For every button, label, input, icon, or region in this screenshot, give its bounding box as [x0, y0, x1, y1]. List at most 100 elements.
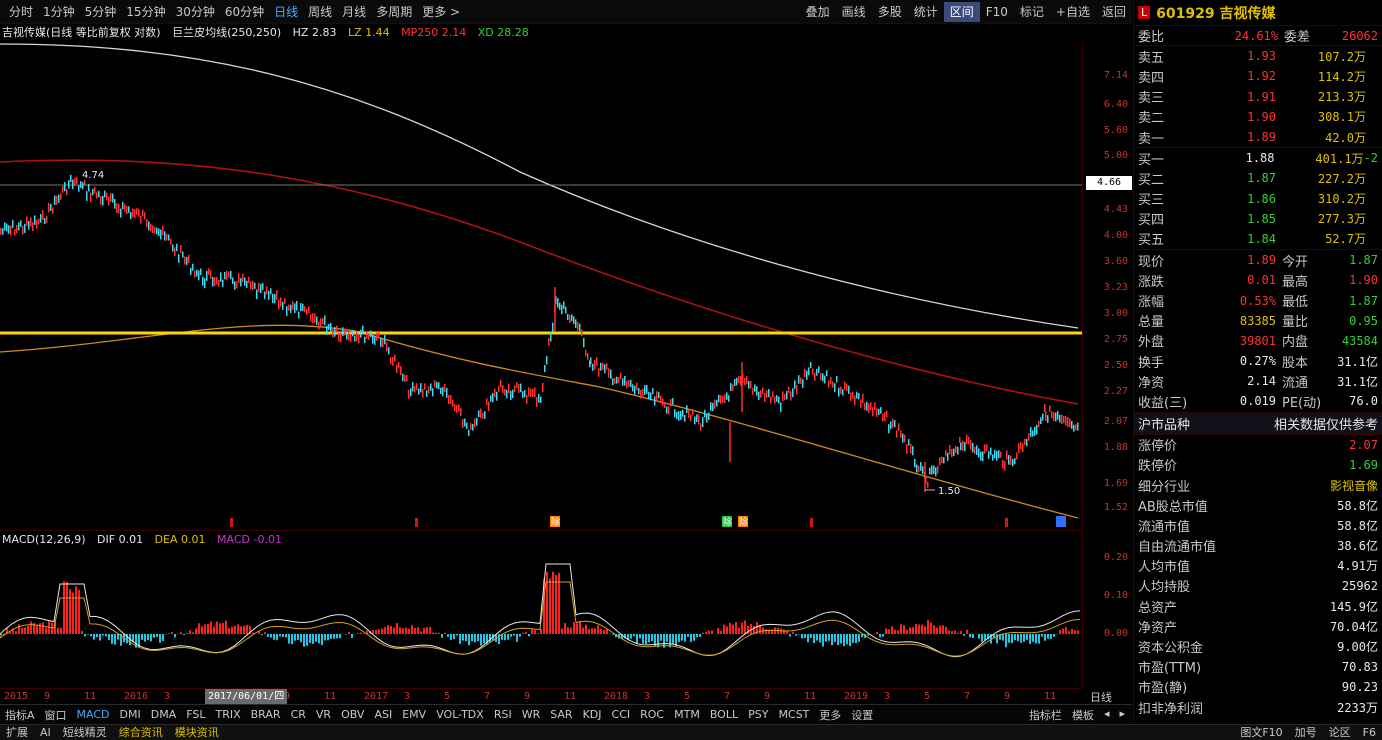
period-tab-1[interactable]: 1分钟	[38, 2, 80, 22]
asks-row[interactable]: 卖二 1.90 308.1万	[1134, 107, 1382, 127]
candle	[892, 418, 894, 428]
candle	[296, 300, 298, 311]
indicator-tab-12[interactable]: EMV	[397, 708, 431, 721]
event-marker-label: 除	[723, 516, 732, 528]
bottom-button-3[interactable]: 综合资讯	[113, 725, 169, 740]
indicator-tab-24[interactable]: 更多	[814, 707, 846, 723]
candle	[472, 423, 474, 431]
macd-chart[interactable]	[0, 548, 1082, 688]
candle	[900, 430, 902, 438]
tool-button-0[interactable]: 叠加	[800, 2, 836, 22]
asks-volume: 308.1万	[1317, 110, 1366, 125]
indicator-tab-2[interactable]: MACD	[72, 708, 115, 721]
candle	[1047, 415, 1049, 423]
asks-row[interactable]: 卖五 1.93 107.2万	[1134, 46, 1382, 66]
period-tab-5[interactable]: 60分钟	[220, 2, 269, 22]
tool-button-2[interactable]: 多股	[872, 2, 908, 22]
quote-row: 净资 2.14 流通 31.1亿	[1134, 371, 1382, 391]
indicator-tab-3[interactable]: DMI	[115, 708, 146, 721]
macd-bar	[837, 634, 839, 646]
macd-title[interactable]: MACD(12,26,9)	[2, 533, 86, 546]
indicator-tab-17[interactable]: KDJ	[578, 708, 607, 721]
bids-row[interactable]: 买一 1.88 401.1万 -2	[1134, 148, 1382, 168]
bottom-right-button-2[interactable]: 论区	[1323, 725, 1357, 740]
ma-indicator-label[interactable]: 巨兰皮均线(250,250)	[172, 26, 281, 39]
asks-row[interactable]: 卖四 1.92 114.2万	[1134, 66, 1382, 86]
candle	[46, 215, 48, 223]
candle	[810, 362, 812, 369]
indicator-tool-1[interactable]: 模板	[1067, 707, 1099, 723]
tool-button-5[interactable]: F10	[980, 2, 1014, 22]
tool-button-6[interactable]: 标记	[1014, 2, 1050, 22]
bottom-right-button-3[interactable]: F6	[1357, 725, 1382, 740]
candlestick-chart[interactable]: 4.741.50除除除	[0, 42, 1082, 530]
bottom-button-4[interactable]: 模块资讯	[169, 725, 225, 740]
macd-bar	[201, 626, 203, 634]
tool-button-8[interactable]: 返回	[1096, 2, 1132, 22]
tool-button-1[interactable]: 画线	[836, 2, 872, 22]
tool-button-7[interactable]: +自选	[1050, 2, 1096, 22]
period-tab-10[interactable]: 更多 >	[417, 2, 465, 22]
indicator-tool-2[interactable]: ◂	[1099, 707, 1115, 723]
indicator-tab-9[interactable]: VR	[311, 708, 336, 721]
indicator-tab-7[interactable]: BRAR	[246, 708, 286, 721]
indicator-tab-23[interactable]: MCST	[773, 708, 814, 721]
macd-bar	[1065, 627, 1067, 634]
candle	[190, 267, 192, 275]
macd-bar	[852, 634, 854, 643]
indicator-tool-3[interactable]: ▸	[1114, 707, 1130, 723]
market-label: 资本公积金	[1138, 641, 1204, 657]
bids-row[interactable]: 买四 1.85 277.3万	[1134, 209, 1382, 229]
date-label: 2015	[4, 691, 29, 702]
period-tab-0[interactable]: 分时	[4, 2, 38, 22]
stock-code-name[interactable]: 601929 吉视传媒	[1156, 3, 1275, 23]
indicator-tab-22[interactable]: PSY	[743, 708, 773, 721]
market-info-title[interactable]: 沪市品种	[1138, 414, 1190, 433]
indicator-tab-10[interactable]: OBV	[336, 708, 369, 721]
market-row: 人均市值 4.91万	[1134, 556, 1382, 576]
period-tab-3[interactable]: 15分钟	[121, 2, 170, 22]
tool-button-4[interactable]: 区间	[943, 2, 980, 22]
period-tab-7[interactable]: 周线	[303, 2, 337, 22]
indicator-tab-6[interactable]: TRIX	[210, 708, 245, 721]
indicator-tab-11[interactable]: ASI	[369, 708, 397, 721]
asks-row[interactable]: 卖三 1.91 213.3万	[1134, 87, 1382, 107]
period-tab-4[interactable]: 30分钟	[171, 2, 220, 22]
bottom-right-button-1[interactable]: 加号	[1289, 725, 1323, 740]
period-tab-9[interactable]: 多周期	[371, 2, 417, 22]
indicator-tab-25[interactable]: 设置	[846, 707, 878, 723]
indicator-tab-20[interactable]: MTM	[669, 708, 705, 721]
tool-button-3[interactable]: 统计	[908, 2, 944, 22]
indicator-tab-1[interactable]: 窗口	[40, 707, 72, 723]
candle	[146, 219, 148, 228]
bottom-button-0[interactable]: 扩展	[0, 725, 34, 740]
indicator-tab-13[interactable]: VOL-TDX	[431, 708, 489, 721]
period-tab-8[interactable]: 月线	[337, 2, 371, 22]
candle	[882, 413, 884, 422]
indicator-tab-21[interactable]: BOLL	[705, 708, 743, 721]
indicator-tab-0[interactable]: 指标A	[0, 707, 40, 723]
bottom-button-2[interactable]: 短线精灵	[57, 725, 113, 740]
candle	[94, 186, 96, 194]
macd-bar	[435, 632, 437, 634]
indicator-tab-4[interactable]: DMA	[146, 708, 182, 721]
candle	[830, 377, 832, 385]
indicator-tab-16[interactable]: SAR	[545, 708, 577, 721]
period-tab-2[interactable]: 5分钟	[80, 2, 122, 22]
bottom-button-1[interactable]: AI	[34, 725, 57, 740]
indicator-tool-0[interactable]: 指标栏	[1024, 707, 1067, 723]
indicator-tab-18[interactable]: CCI	[607, 708, 636, 721]
period-tab-6[interactable]: 日线	[269, 2, 303, 22]
bids-row[interactable]: 买五 1.84 52.7万	[1134, 229, 1382, 249]
indicator-tab-5[interactable]: FSL	[181, 708, 210, 721]
bids-row[interactable]: 买三 1.86 310.2万	[1134, 189, 1382, 209]
indicator-tab-15[interactable]: WR	[517, 708, 546, 721]
asks-row[interactable]: 卖一 1.89 42.0万	[1134, 127, 1382, 147]
bottom-right-button-0[interactable]: 图文F10	[1234, 725, 1288, 740]
candle	[406, 374, 408, 382]
candle	[12, 219, 14, 228]
bids-row[interactable]: 买二 1.87 227.2万	[1134, 168, 1382, 188]
indicator-tab-19[interactable]: ROC	[635, 708, 669, 721]
indicator-tab-14[interactable]: RSI	[489, 708, 517, 721]
indicator-tab-8[interactable]: CR	[286, 708, 311, 721]
